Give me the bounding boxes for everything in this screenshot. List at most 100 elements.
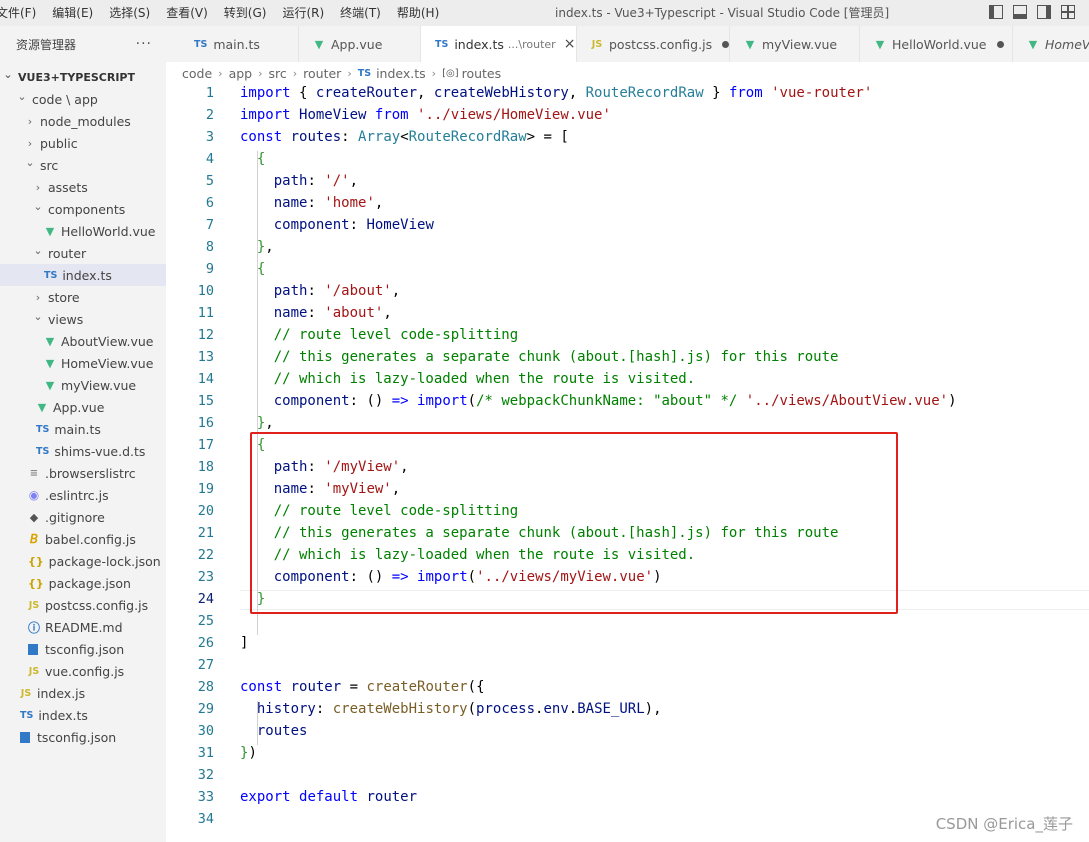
- code-line: export default router: [240, 789, 418, 805]
- tree-item-label: HomeView.vue: [61, 355, 154, 371]
- toggle-panel-icon[interactable]: [1013, 5, 1027, 19]
- tab-myview-vue[interactable]: ▼ myView.vue: [730, 26, 860, 62]
- tree-item[interactable]: {} package.json: [0, 572, 166, 594]
- menu-item[interactable]: 文件(F): [0, 0, 44, 26]
- tab-index-ts[interactable]: TS index.ts ...\router ×: [421, 26, 577, 62]
- breadcrumb-item[interactable]: code: [182, 66, 212, 81]
- line-number: 26: [197, 635, 214, 651]
- breadcrumb-item[interactable]: routes: [462, 66, 502, 81]
- tree-item[interactable]: JS postcss.config.js: [0, 594, 166, 616]
- unsaved-dot-icon[interactable]: [722, 40, 729, 48]
- toggle-primary-sidebar-icon[interactable]: [989, 5, 1003, 19]
- line-number: 31: [197, 745, 214, 761]
- menu-item[interactable]: 转到(G): [216, 0, 275, 26]
- line-number: 3: [205, 129, 214, 145]
- tree-item[interactable]: ⌄ src: [0, 154, 166, 176]
- tree-item[interactable]: › store: [0, 286, 166, 308]
- code-line: // this generates a separate chunk (abou…: [273, 349, 839, 365]
- line-number: 17: [197, 437, 214, 453]
- code-line: // route level code-splitting: [273, 327, 519, 343]
- menu-item[interactable]: 运行(R): [274, 0, 332, 26]
- menu-item[interactable]: 帮助(H): [389, 0, 447, 26]
- tree-item[interactable]: {} package-lock.json: [0, 550, 166, 572]
- tree-item[interactable]: ▼ HomeView.vue: [0, 352, 166, 374]
- menu-item[interactable]: 终端(T): [332, 0, 389, 26]
- line-number: 34: [197, 811, 214, 827]
- tree-item[interactable]: ⌄ views: [0, 308, 166, 330]
- menu-item[interactable]: 编辑(E): [44, 0, 101, 26]
- vue-file-icon: ▼: [1028, 37, 1038, 51]
- layout-controls: [989, 5, 1075, 19]
- tree-item-label: vue.config.js: [45, 663, 125, 679]
- line-number: 1: [205, 85, 214, 101]
- code-editor[interactable]: 1 import { createRouter, createWebHistory…: [166, 84, 1089, 842]
- tree-item[interactable]: ⌄ components: [0, 198, 166, 220]
- breadcrumb-item[interactable]: index.ts: [376, 66, 426, 81]
- tree-item[interactable]: › node_modules: [0, 110, 166, 132]
- breadcrumb-item[interactable]: src: [269, 66, 287, 81]
- tree-item[interactable]: › public: [0, 132, 166, 154]
- more-actions-icon[interactable]: ···: [136, 36, 152, 52]
- ts-file-icon: TS: [36, 423, 50, 435]
- tree-item-label: public: [40, 135, 78, 151]
- tree-item[interactable]: TS main.ts: [0, 418, 166, 440]
- annotation-highlight-box: [250, 432, 898, 614]
- unsaved-dot-icon[interactable]: [996, 40, 1004, 48]
- tree-item[interactable]: ▼ HelloWorld.vue: [0, 220, 166, 242]
- menu-item[interactable]: 选择(S): [101, 0, 158, 26]
- toggle-secondary-sidebar-icon[interactable]: [1037, 5, 1051, 19]
- code-line: path: '/about',: [273, 283, 401, 299]
- tree-item[interactable]: › assets: [0, 176, 166, 198]
- breadcrumb-item[interactable]: app: [229, 66, 253, 81]
- explorer-root-folder[interactable]: ⌄ VUE3+TYPESCRIPT: [0, 66, 166, 88]
- close-icon[interactable]: ×: [564, 36, 576, 52]
- tab-homev[interactable]: ▼ HomeV: [1013, 26, 1089, 62]
- tree-item[interactable]: 𝘉babel.config.js: [0, 528, 166, 550]
- tree-item[interactable]: ⌄ code \ app: [0, 88, 166, 110]
- tree-item[interactable]: JS vue.config.js: [0, 660, 166, 682]
- code-line: component: () => import(/* webpackChunkN…: [273, 393, 957, 409]
- tree-item[interactable]: tsconfig.json: [0, 638, 166, 660]
- tree-item-label: tsconfig.json: [37, 729, 117, 745]
- vue-file-icon: ▼: [37, 400, 47, 414]
- code-line: ]: [240, 635, 249, 651]
- tab-app-vue[interactable]: ▼ App.vue: [299, 26, 421, 62]
- tab-label: HelloWorld.vue: [892, 36, 987, 52]
- tree-item[interactable]: JS index.js: [0, 682, 166, 704]
- line-number: 4: [205, 151, 214, 167]
- babel-file-icon: 𝘉: [29, 532, 39, 546]
- tree-item[interactable]: ⌄ router: [0, 242, 166, 264]
- tree-item-label: assets: [48, 179, 88, 195]
- tab-label: main.ts: [213, 36, 260, 52]
- chevron-down-icon: ⌄: [33, 243, 43, 257]
- chevron-right-icon: ›: [431, 66, 437, 80]
- code-line: name: 'home',: [273, 195, 384, 211]
- tab-main-ts[interactable]: TS main.ts: [180, 26, 299, 62]
- tree-item[interactable]: ◉ .eslintrc.js: [0, 484, 166, 506]
- js-file-icon: JS: [28, 665, 40, 677]
- tree-item[interactable]: ▼ AboutView.vue: [0, 330, 166, 352]
- tree-item[interactable]: ⓘ README.md: [0, 616, 166, 638]
- chevron-right-icon: ›: [347, 66, 352, 80]
- breadcrumb-item[interactable]: router: [303, 66, 341, 81]
- eslint-file-icon: ◉: [28, 488, 40, 502]
- window-title: index.ts - Vue3+Typescript - Visual Stud…: [555, 6, 890, 20]
- tree-item[interactable]: ◆ .gitignore: [0, 506, 166, 528]
- code-line: }): [240, 745, 257, 761]
- tab-helloworld-vue[interactable]: ▼ HelloWorld.vue: [860, 26, 1013, 62]
- customize-layout-icon[interactable]: [1061, 5, 1075, 19]
- tree-item[interactable]: tsconfig.json: [0, 726, 166, 748]
- tree-item[interactable]: ≡ .browserslistrc: [0, 462, 166, 484]
- tree-item[interactable]: TS index.ts: [0, 264, 166, 286]
- code-line: {: [256, 151, 266, 167]
- tsconfig-file-icon: [20, 731, 30, 743]
- tree-item[interactable]: ▼ myView.vue: [0, 374, 166, 396]
- json-file-icon: {}: [28, 554, 44, 568]
- menu-item[interactable]: 查看(V): [158, 0, 216, 26]
- tree-item[interactable]: ▼ App.vue: [0, 396, 166, 418]
- ts-file-icon: TS: [194, 38, 208, 50]
- tree-item[interactable]: TS shims-vue.d.ts: [0, 440, 166, 462]
- tree-item-label: code \ app: [32, 91, 98, 107]
- tab-postcss-config-js[interactable]: JS postcss.config.js: [577, 26, 730, 62]
- tree-item[interactable]: TS index.ts: [0, 704, 166, 726]
